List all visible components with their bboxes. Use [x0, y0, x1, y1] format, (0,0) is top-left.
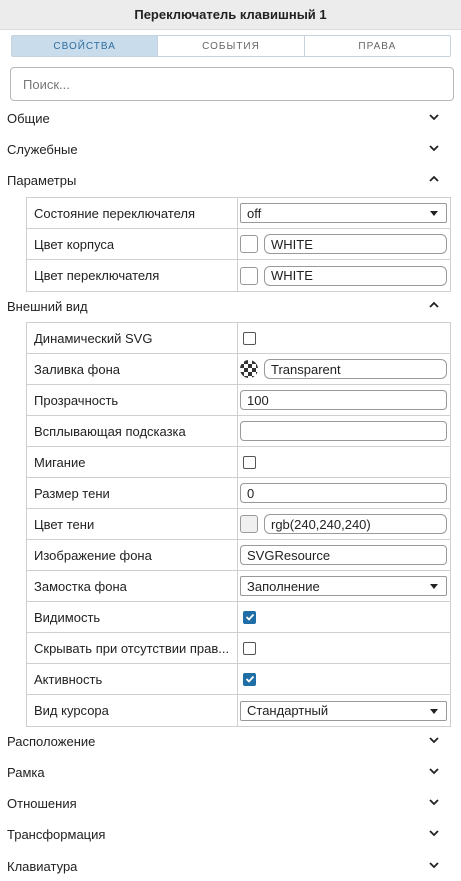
section-parameters[interactable]: Параметры — [0, 168, 461, 192]
prop-row-bg-image: Изображение фона SVGResource — [27, 540, 450, 571]
section-service[interactable]: Служебные — [0, 137, 461, 161]
tab-properties[interactable]: СВОЙСТВА — [12, 36, 159, 56]
tooltip-input[interactable] — [240, 421, 447, 441]
prop-row-hide-no-rights: Скрывать при отсутствии прав... — [27, 633, 450, 664]
select-value: Заполнение — [247, 578, 320, 594]
section-label: Служебные — [7, 141, 78, 157]
body-color-field[interactable]: WHITE — [264, 234, 447, 254]
color-swatch[interactable] — [240, 235, 258, 253]
prop-row-blink: Мигание — [27, 447, 450, 478]
blink-checkbox[interactable] — [243, 455, 256, 469]
prop-label: Мигание — [34, 454, 86, 470]
active-checkbox[interactable] — [243, 672, 256, 686]
transparent-swatch-icon[interactable] — [240, 360, 258, 378]
section-label: Рамка — [7, 764, 45, 780]
bg-tiling-select[interactable]: Заполнение — [240, 576, 447, 596]
prop-label: Цвет тени — [34, 516, 95, 532]
prop-label: Цвет корпуса — [34, 236, 115, 252]
parameters-table: Состояние переключателя off Цвет корпуса… — [26, 197, 451, 292]
tab-bar: СВОЙСТВА СОБЫТИЯ ПРАВА — [11, 35, 451, 57]
dropdown-arrow-icon — [430, 584, 438, 589]
tab-rights[interactable]: ПРАВА — [305, 36, 450, 56]
chevron-down-icon — [428, 111, 440, 123]
chevron-up-icon — [428, 299, 440, 311]
prop-row-opacity: Прозрачность 100 — [27, 385, 450, 416]
prop-row-switch-color: Цвет переключателя WHITE — [27, 260, 450, 291]
section-general[interactable]: Общие — [0, 106, 461, 130]
prop-row-shadow-size: Размер тени 0 — [27, 478, 450, 509]
chevron-down-icon — [428, 765, 440, 777]
prop-label: Цвет переключателя — [34, 268, 160, 283]
prop-row-bg-fill: Заливка фона Transparent — [27, 354, 450, 385]
prop-label: Динамический SVG — [34, 330, 153, 346]
prop-label: Активность — [34, 671, 103, 687]
prop-row-visibility: Видимость — [27, 602, 450, 633]
section-keyboard[interactable]: Клавиатура — [0, 854, 461, 878]
chevron-down-icon — [428, 734, 440, 746]
prop-row-shadow-color: Цвет тени rgb(240,240,240) — [27, 509, 450, 540]
dropdown-arrow-icon — [430, 708, 438, 714]
tab-events[interactable]: СОБЫТИЯ — [158, 36, 305, 56]
prop-row-switch-state: Состояние переключателя off — [27, 198, 450, 229]
prop-label: Состояние переключателя — [34, 205, 196, 221]
section-label: Расположение — [7, 733, 96, 749]
section-appearance[interactable]: Внешний вид — [0, 294, 461, 318]
section-position[interactable]: Расположение — [0, 729, 461, 753]
section-frame[interactable]: Рамка — [0, 760, 461, 784]
prop-label: Размер тени — [34, 485, 110, 501]
bg-fill-field[interactable]: Transparent — [264, 359, 447, 379]
prop-row-bg-tiling: Замостка фона Заполнение — [27, 571, 450, 602]
dropdown-arrow-icon — [430, 211, 438, 216]
prop-label: Скрывать при отсутствии прав... — [34, 640, 230, 656]
section-transform[interactable]: Трансформация — [0, 822, 461, 846]
prop-row-active: Активность — [27, 664, 450, 695]
prop-label: Изображение фона — [34, 547, 152, 563]
prop-row-cursor: Вид курсора Стандартный — [27, 695, 450, 726]
prop-label: Видимость — [34, 609, 101, 625]
prop-label: Прозрачность — [34, 392, 119, 408]
select-value: Стандартный — [247, 703, 329, 718]
section-label: Параметры — [7, 172, 77, 188]
section-label: Клавиатура — [7, 858, 78, 874]
prop-label: Замостка фона — [34, 578, 127, 594]
color-swatch[interactable] — [240, 266, 258, 285]
chevron-down-icon — [428, 796, 440, 808]
shadow-size-input[interactable]: 0 — [240, 483, 447, 503]
select-value: off — [247, 205, 262, 221]
section-label: Внешний вид — [7, 298, 88, 314]
chevron-down-icon — [428, 142, 440, 154]
checkmark-icon — [245, 613, 254, 621]
panel-title: Переключатель клавишный 1 — [0, 0, 461, 30]
color-swatch[interactable] — [240, 515, 258, 533]
section-label: Трансформация — [7, 826, 106, 842]
dynamic-svg-checkbox[interactable] — [243, 331, 256, 345]
chevron-up-icon — [428, 173, 440, 185]
chevron-down-icon — [428, 859, 440, 871]
section-label: Общие — [7, 110, 50, 126]
prop-row-tooltip: Всплывающая подсказка — [27, 416, 450, 447]
checkmark-icon — [245, 675, 254, 683]
prop-label: Вид курсора — [34, 703, 109, 718]
search-input[interactable] — [10, 67, 454, 101]
prop-label: Заливка фона — [34, 361, 120, 377]
visibility-checkbox[interactable] — [243, 610, 256, 624]
cursor-select[interactable]: Стандартный — [240, 700, 447, 721]
section-relations[interactable]: Отношения — [0, 791, 461, 815]
shadow-color-field[interactable]: rgb(240,240,240) — [264, 514, 447, 534]
prop-label: Всплывающая подсказка — [34, 423, 186, 439]
switch-state-select[interactable]: off — [240, 203, 447, 223]
prop-row-body-color: Цвет корпуса WHITE — [27, 229, 450, 260]
appearance-table: Динамический SVG Заливка фона Transparen… — [26, 322, 451, 727]
prop-row-dynamic-svg: Динамический SVG — [27, 323, 450, 354]
section-label: Отношения — [7, 795, 77, 811]
opacity-input[interactable]: 100 — [240, 390, 447, 410]
chevron-down-icon — [428, 827, 440, 839]
hide-no-rights-checkbox[interactable] — [243, 641, 256, 655]
bg-image-input[interactable]: SVGResource — [240, 545, 447, 565]
switch-color-field[interactable]: WHITE — [264, 265, 447, 286]
